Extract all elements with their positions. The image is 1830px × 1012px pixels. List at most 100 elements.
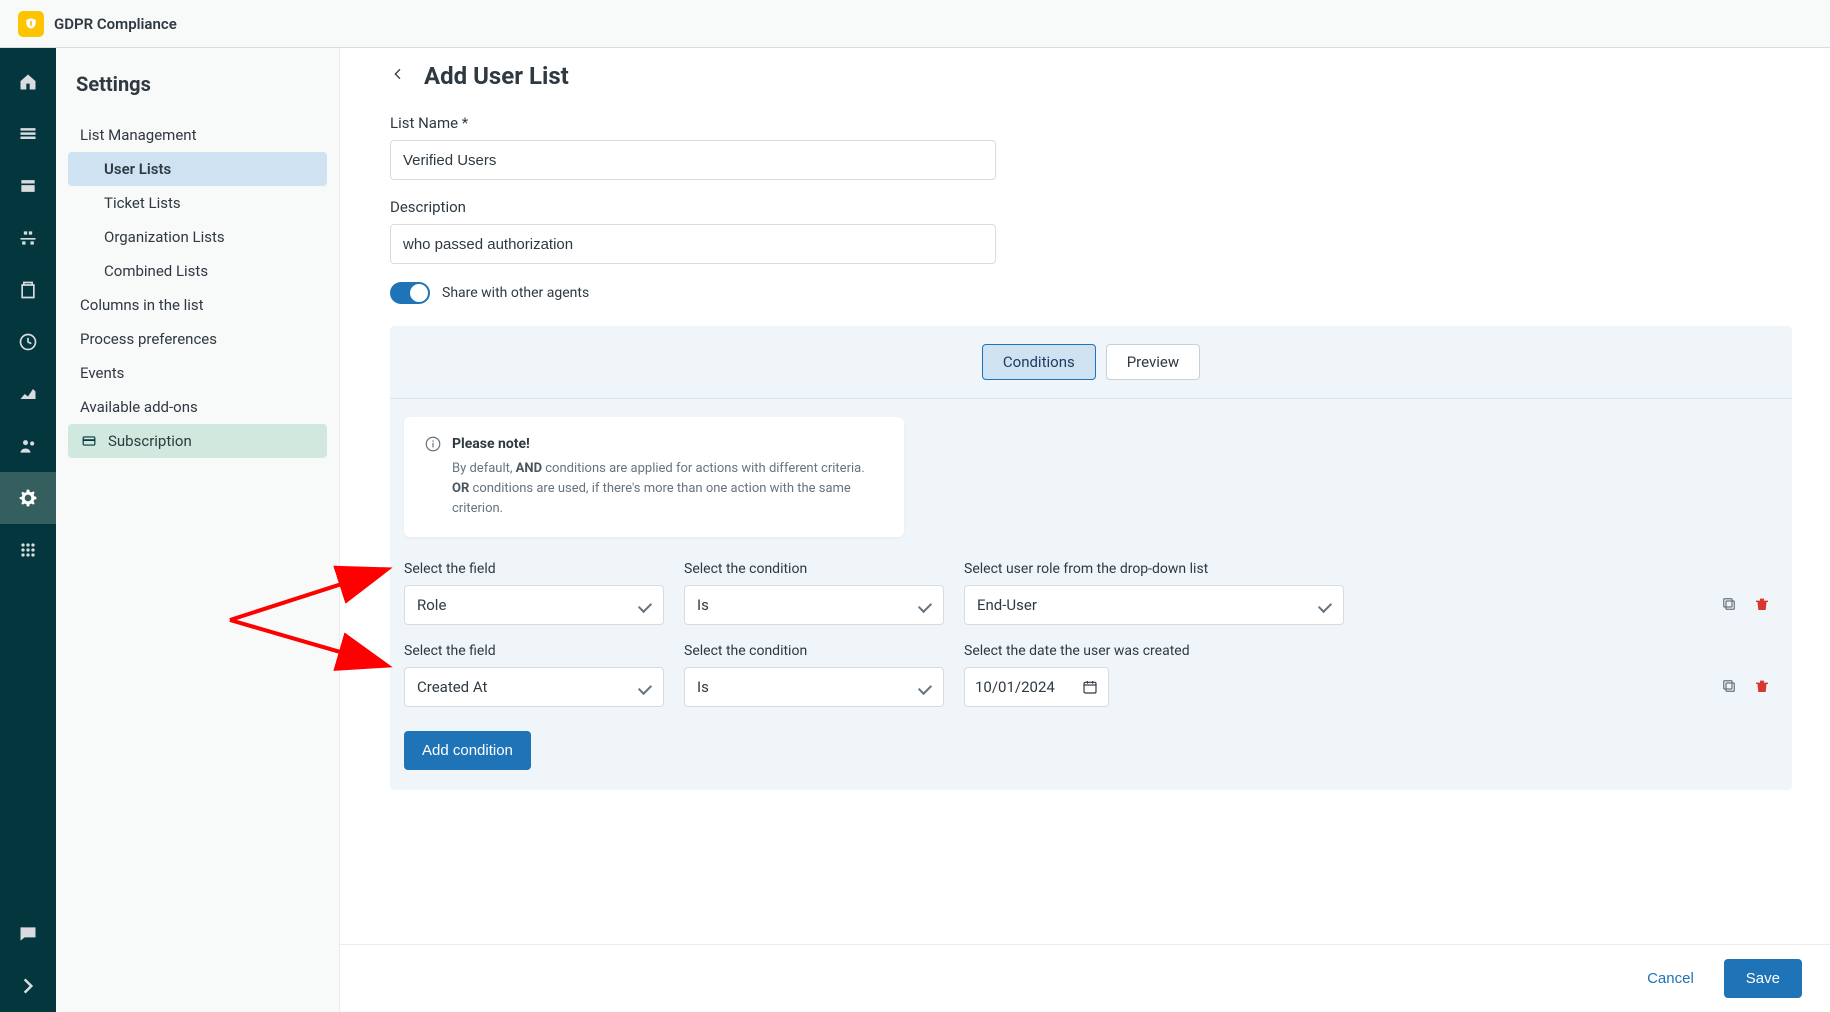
chevron-right-icon <box>18 976 38 996</box>
nav-org-lists[interactable]: Organization Lists <box>68 220 327 254</box>
nav-ticket-lists[interactable]: Ticket Lists <box>68 186 327 220</box>
list-name-label: List Name * <box>390 114 1792 132</box>
delete-button-2[interactable] <box>1754 677 1770 699</box>
page-header: Add User List <box>390 62 1792 90</box>
chevron-left-icon <box>390 66 406 82</box>
copy-button-2[interactable] <box>1720 677 1738 699</box>
nav-addons[interactable]: Available add-ons <box>68 390 327 424</box>
add-condition-button[interactable]: Add condition <box>404 731 531 770</box>
date-input-2[interactable]: 10/01/2024 <box>964 667 1109 707</box>
nav-combined-lists[interactable]: Combined Lists <box>68 254 327 288</box>
rail-cards[interactable] <box>0 160 56 212</box>
dropdown-value-1[interactable]: End-User <box>964 585 1344 625</box>
col-value-1: Select user role from the drop-down list… <box>964 561 1344 625</box>
trash-icon <box>1754 595 1770 613</box>
rail-clipboard[interactable] <box>0 264 56 316</box>
label-select-field-1: Select the field <box>404 561 664 577</box>
topbar: GDPR Compliance <box>0 0 1830 48</box>
left-rail <box>0 48 56 1012</box>
condition-row-1: Select the field Role Select the conditi… <box>390 561 1792 643</box>
notice-line1-pre: By default, <box>452 461 516 476</box>
grid-icon <box>18 540 38 560</box>
notice-line1-bold: AND <box>516 461 542 476</box>
list-name-row: List Name * <box>390 114 1792 180</box>
users-icon <box>18 436 38 456</box>
list-name-input[interactable] <box>390 140 996 180</box>
list-icon <box>18 124 38 144</box>
col-value-2: Select the date the user was created 10/… <box>964 643 1190 707</box>
rail-settings[interactable] <box>0 472 56 524</box>
app-title: GDPR Compliance <box>54 15 177 33</box>
description-row: Description <box>390 198 1792 264</box>
description-label: Description <box>390 198 1792 216</box>
main: Add User List List Name * Description Sh… <box>340 48 1830 1012</box>
conditions-panel: Conditions Preview Please note! By defau… <box>390 326 1792 790</box>
notice-box: Please note! By default, AND conditions … <box>404 417 904 537</box>
row-actions-2 <box>1720 677 1778 707</box>
cancel-button[interactable]: Cancel <box>1635 960 1706 997</box>
chart-icon <box>18 384 38 404</box>
shield-icon <box>24 16 38 32</box>
dropdown-field-1[interactable]: Role <box>404 585 664 625</box>
tab-preview[interactable]: Preview <box>1106 344 1200 380</box>
date-value: 10/01/2024 <box>975 678 1055 696</box>
rail-expand[interactable] <box>0 960 56 1012</box>
label-select-field-2: Select the field <box>404 643 664 659</box>
nav-events[interactable]: Events <box>68 356 327 390</box>
label-select-date: Select the date the user was created <box>964 643 1190 659</box>
notice-line2-bold: OR <box>452 481 469 496</box>
label-select-role: Select user role from the drop-down list <box>964 561 1344 577</box>
notice-title: Please note! <box>452 436 530 452</box>
settings-sidebar: Settings List Management User Lists Tick… <box>56 48 340 1012</box>
nav-process-prefs[interactable]: Process preferences <box>68 322 327 356</box>
settings-header: Settings <box>76 72 319 96</box>
copy-icon <box>1720 595 1738 613</box>
share-toggle[interactable] <box>390 282 430 304</box>
col-field-2: Select the field Created At <box>404 643 664 707</box>
rail-apps[interactable] <box>0 524 56 576</box>
save-button[interactable]: Save <box>1724 959 1802 998</box>
rail-users[interactable] <box>0 420 56 472</box>
delete-button-1[interactable] <box>1754 595 1770 617</box>
info-icon <box>424 435 442 453</box>
description-input[interactable] <box>390 224 996 264</box>
label-select-condition-2: Select the condition <box>684 643 944 659</box>
dropdown-op-2[interactable]: Is <box>684 667 944 707</box>
copy-icon <box>1720 677 1738 695</box>
tab-conditions[interactable]: Conditions <box>982 344 1096 380</box>
rail-chat[interactable] <box>0 908 56 960</box>
nav-list-management[interactable]: List Management <box>68 118 327 152</box>
clipboard-icon <box>18 280 38 300</box>
label-select-condition-1: Select the condition <box>684 561 944 577</box>
gear-icon <box>18 488 38 508</box>
nav-group: List Management User Lists Ticket Lists … <box>68 118 327 458</box>
rail-home[interactable] <box>0 56 56 108</box>
dropdown-op-1[interactable]: Is <box>684 585 944 625</box>
col-op-2: Select the condition Is <box>684 643 944 707</box>
home-icon <box>18 72 38 92</box>
row-actions-1 <box>1720 595 1778 625</box>
calendar-icon <box>1082 679 1098 695</box>
nav-columns[interactable]: Columns in the list <box>68 288 327 322</box>
rail-org[interactable] <box>0 212 56 264</box>
nav-user-lists[interactable]: User Lists <box>68 152 327 186</box>
dropdown-field-2[interactable]: Created At <box>404 667 664 707</box>
rail-lists[interactable] <box>0 108 56 160</box>
share-label: Share with other agents <box>442 285 589 301</box>
toggle-knob <box>410 284 428 302</box>
notice-line1-post: conditions are applied for actions with … <box>542 461 865 476</box>
rail-clock[interactable] <box>0 316 56 368</box>
notice-line2-post: conditions are used, if there's more tha… <box>452 481 851 516</box>
back-button[interactable] <box>390 66 406 86</box>
col-op-1: Select the condition Is <box>684 561 944 625</box>
copy-button-1[interactable] <box>1720 595 1738 617</box>
rail-chart[interactable] <box>0 368 56 420</box>
notice-head: Please note! <box>424 435 884 453</box>
footer: Cancel Save <box>340 944 1830 1012</box>
share-toggle-row: Share with other agents <box>390 282 1792 304</box>
nav-subscription[interactable]: Subscription <box>68 424 327 458</box>
nav-subscription-label: Subscription <box>108 432 192 450</box>
credit-card-icon <box>80 434 98 448</box>
condition-row-2: Select the field Created At Select the c… <box>390 643 1792 725</box>
col-field-1: Select the field Role <box>404 561 664 625</box>
